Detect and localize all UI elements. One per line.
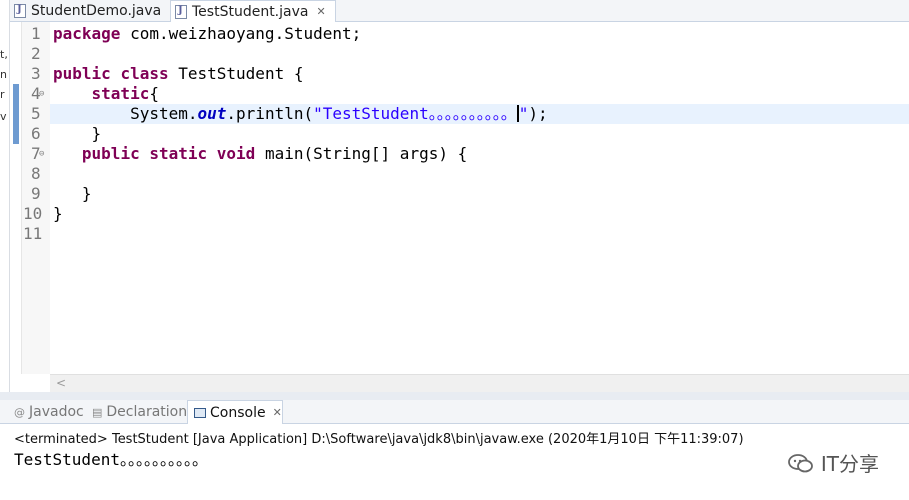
keyword-token: package (53, 24, 121, 43)
string-token: "TestStudent。。。。。。。。。。 (313, 104, 517, 123)
java-file-icon (14, 4, 26, 18)
keyword-token: void (216, 144, 256, 163)
line-number: 3 (31, 64, 41, 83)
tab-studentdemo[interactable]: StudentDemo.java (10, 0, 170, 22)
line-number: 2 (31, 44, 41, 63)
close-icon[interactable]: ✕ (273, 406, 282, 419)
code-line: } (53, 124, 102, 143)
tab-label: Javadoc (29, 404, 84, 420)
wechat-icon (787, 453, 813, 472)
close-icon[interactable]: ✕ (316, 5, 325, 18)
line-number-gutter: 1 2 3 4 ⊖ 5 6 7 ⊖ 8 9 10 11 (22, 22, 50, 374)
keyword-token: static (91, 84, 150, 103)
overview-ruler (10, 22, 22, 374)
code-token: com.weizhaoyang.Student; (120, 24, 362, 43)
code-token: System. (53, 104, 198, 123)
console-output: TestStudent。。。。。。。。。。 (14, 450, 208, 469)
code-token: { (149, 84, 159, 103)
line-number: 4 ⊖ (22, 84, 50, 104)
change-marker (13, 124, 19, 144)
tab-label: StudentDemo.java (31, 3, 162, 19)
tab-label: Console (210, 404, 266, 421)
tab-label: Declaration (106, 404, 188, 420)
java-file-icon (175, 4, 187, 19)
console-icon (194, 407, 206, 418)
left-edge-glyph: n (0, 68, 7, 81)
code-line: public class TestStudent { (53, 64, 909, 84)
code-line: } (53, 184, 92, 203)
code-line: public static void main(String[] args) { (53, 144, 909, 164)
left-edge-glyph: t, (0, 48, 8, 61)
tab-console[interactable]: Console ✕ (187, 400, 283, 424)
change-marker (13, 84, 19, 104)
code-text-area[interactable]: package com.weizhaoyang.Student; public … (50, 22, 909, 374)
code-token: ); (528, 104, 548, 123)
line-number: 6 (31, 124, 41, 143)
code-editor[interactable]: 1 2 3 4 ⊖ 5 6 7 ⊖ 8 9 10 11 package com.we… (10, 22, 909, 392)
javadoc-icon: @ (14, 405, 25, 419)
change-marker (13, 104, 19, 124)
line-number: 10 (23, 204, 43, 223)
tab-label: TestStudent.java (192, 3, 309, 20)
left-edge-glyph: v (0, 110, 7, 123)
tab-teststudent[interactable]: TestStudent.java ✕ (170, 0, 336, 22)
left-edge-glyph: r (0, 88, 5, 101)
code-token: main(String[] args) { (255, 144, 468, 163)
line-number: 9 (31, 184, 41, 203)
keyword-token: static (149, 144, 208, 163)
horizontal-scrollbar[interactable]: < (50, 374, 909, 392)
line-number: 11 (23, 224, 43, 243)
left-view-edge: t, n r v (0, 0, 10, 392)
line-number: 1 (31, 24, 41, 43)
line-number: 7 ⊖ (22, 144, 50, 164)
tab-javadoc[interactable]: @ Javadoc (8, 400, 88, 424)
fold-collapse-icon[interactable]: ⊖ (39, 84, 44, 104)
line-number: 5 (31, 104, 41, 123)
current-code-line: System.out.println("TestStudent。。。。。。。。。… (50, 104, 909, 124)
console-view[interactable]: <terminated> TestStudent [Java Applicati… (0, 424, 909, 500)
panel-separator[interactable] (0, 392, 909, 400)
tab-declaration[interactable]: ▤ Declaration (86, 400, 188, 424)
keyword-token: public (53, 64, 111, 83)
scroll-left-icon[interactable]: < (56, 376, 66, 390)
code-token: .println( (226, 104, 314, 123)
code-line: static{ (53, 84, 909, 104)
code-line: } (53, 204, 63, 223)
watermark: IT分享 (787, 448, 879, 477)
keyword-token: public (81, 144, 140, 163)
code-token: TestStudent { (168, 64, 304, 83)
keyword-token: class (120, 64, 169, 83)
console-status-line: <terminated> TestStudent [Java Applicati… (14, 432, 744, 447)
string-token: " (518, 104, 529, 123)
declaration-icon: ▤ (92, 405, 103, 419)
code-line: package com.weizhaoyang.Student; (53, 24, 909, 44)
bottom-panel-tab-bar: @ Javadoc ▤ Declaration Console ✕ (0, 400, 909, 424)
editor-tab-bar: StudentDemo.java TestStudent.java ✕ (10, 0, 909, 22)
fold-collapse-icon[interactable]: ⊖ (39, 144, 44, 164)
field-token: out (197, 104, 227, 123)
watermark-text: IT分享 (820, 452, 879, 476)
line-number: 8 (31, 164, 41, 183)
